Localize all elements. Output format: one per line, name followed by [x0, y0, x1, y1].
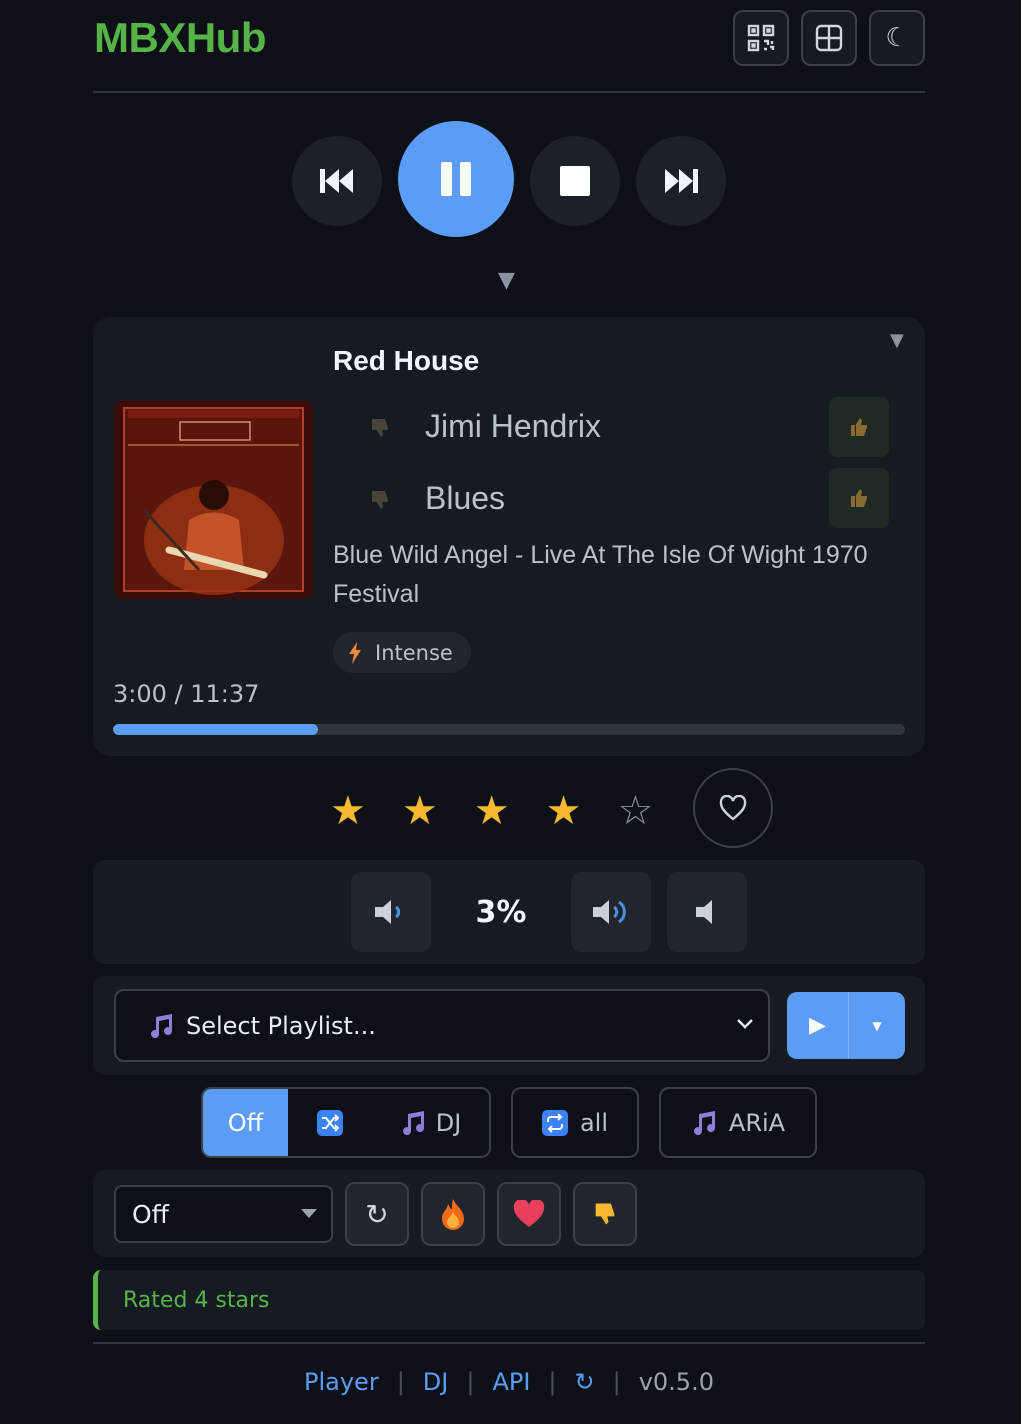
layout-grid-button[interactable]	[801, 10, 857, 66]
header-divider	[93, 91, 925, 93]
progress-fill	[113, 724, 319, 735]
mute-button[interactable]	[667, 872, 747, 952]
heart-icon	[513, 1200, 545, 1227]
footer-link-dj[interactable]: DJ	[423, 1368, 449, 1396]
thumbs-up-icon	[851, 489, 867, 507]
brand-title: MBXHub	[94, 14, 266, 61]
qr-code-button[interactable]	[733, 10, 789, 66]
shuffle-off-button[interactable]: Off	[203, 1089, 288, 1156]
music-note-icon	[402, 1110, 424, 1135]
thumbs-up-icon	[851, 418, 867, 436]
star-filled-icon[interactable]: ★	[474, 791, 510, 831]
album-name: Blue Wild Angel - Live At The Isle Of Wi…	[333, 541, 868, 608]
playlist-placeholder: Select Playlist...	[186, 1011, 376, 1040]
mood-badge: Intense	[333, 632, 471, 673]
thumbs-down-icon	[372, 491, 388, 509]
track-title: Red House	[333, 345, 480, 376]
moon-icon: ☾	[885, 23, 909, 53]
aria-label: ARiA	[728, 1108, 786, 1137]
pause-icon	[441, 162, 471, 196]
hot-filter-button[interactable]	[421, 1182, 485, 1246]
playlist-select[interactable]: Select Playlist...	[114, 989, 770, 1062]
mood-label: Intense	[375, 640, 453, 665]
footer-separator: |	[396, 1368, 405, 1396]
footer-separator: |	[466, 1368, 475, 1396]
music-note-icon	[693, 1110, 715, 1135]
collapse-card-chevron-icon[interactable]: ▼	[890, 330, 904, 351]
next-button[interactable]	[636, 136, 726, 226]
star-filled-icon[interactable]: ★	[546, 791, 582, 831]
genre-name[interactable]: Blues	[425, 480, 505, 517]
dislike-genre-button[interactable]	[360, 480, 400, 520]
footer-link-api[interactable]: API	[492, 1368, 530, 1396]
fire-icon	[442, 1199, 464, 1230]
volume-down-icon	[375, 900, 401, 924]
chevron-down-icon	[737, 1019, 753, 1029]
like-artist-button[interactable]	[829, 397, 889, 457]
artist-name[interactable]: Jimi Hendrix	[425, 408, 601, 445]
disliked-filter-button[interactable]	[573, 1182, 637, 1246]
footer-nav: Player | DJ | API | ↻ | v0.5.0	[93, 1368, 925, 1396]
status-message: Rated 4 stars	[93, 1270, 925, 1330]
grid-icon	[815, 24, 843, 52]
app-version: v0.5.0	[638, 1368, 714, 1396]
heart-outline-icon	[719, 795, 747, 821]
thumbs-down-icon	[595, 1203, 615, 1225]
volume-level: 3%	[475, 895, 527, 930]
dj-mode-label: DJ	[435, 1108, 462, 1137]
lightning-icon	[349, 641, 361, 664]
previous-button[interactable]	[292, 136, 382, 226]
dislike-artist-button[interactable]	[360, 408, 400, 448]
volume-up-icon	[593, 900, 626, 924]
play-playlist-group: ▶ ▼	[787, 992, 905, 1059]
stop-button[interactable]	[530, 136, 620, 226]
play-icon: ▶	[809, 1013, 826, 1038]
album-art	[114, 400, 313, 599]
filter-select[interactable]: Off	[114, 1185, 333, 1243]
stop-icon	[560, 166, 590, 196]
play-playlist-button[interactable]: ▶	[787, 992, 849, 1059]
footer-refresh-icon[interactable]: ↻	[575, 1368, 595, 1396]
star-empty-icon[interactable]: ☆	[617, 791, 653, 831]
love-button[interactable]	[693, 768, 773, 848]
expand-controls-chevron-icon[interactable]: ▼	[498, 268, 515, 293]
refresh-button[interactable]: ↻	[345, 1182, 409, 1246]
refresh-icon: ↻	[365, 1197, 389, 1231]
repeat-label: all	[579, 1108, 609, 1137]
repeat-button[interactable]: all	[511, 1087, 639, 1158]
volume-down-button[interactable]	[351, 872, 431, 952]
star-rating: ★ ★ ★ ★ ☆	[330, 791, 653, 831]
caret-down-icon: ▼	[872, 1018, 882, 1033]
footer-link-player[interactable]: Player	[304, 1368, 379, 1396]
star-filled-icon[interactable]: ★	[330, 791, 366, 831]
like-genre-button[interactable]	[829, 468, 889, 528]
shuffle-icon	[317, 1109, 343, 1136]
track-time: 3:00 / 11:37	[113, 680, 260, 708]
pause-button[interactable]	[398, 121, 514, 237]
shuffle-button[interactable]	[288, 1089, 372, 1156]
footer-separator: |	[612, 1368, 621, 1396]
dj-mode-button[interactable]: DJ	[372, 1089, 489, 1156]
repeat-icon	[541, 1109, 568, 1136]
theme-toggle-button[interactable]: ☾	[869, 10, 925, 66]
progress-bar[interactable]	[113, 724, 905, 735]
footer-separator: |	[548, 1368, 557, 1396]
shuffle-mode-group: Off DJ	[201, 1087, 491, 1158]
previous-icon	[320, 169, 353, 193]
thumbs-down-icon	[372, 419, 388, 437]
star-filled-icon[interactable]: ★	[402, 791, 438, 831]
filter-selected-value: Off	[132, 1199, 169, 1229]
qr-code-icon	[747, 24, 775, 52]
favorites-filter-button[interactable]	[497, 1182, 561, 1246]
footer-divider	[93, 1342, 925, 1344]
album-cover-image	[114, 400, 313, 599]
aria-button[interactable]: ARiA	[659, 1087, 817, 1158]
volume-up-button[interactable]	[571, 872, 651, 952]
next-icon	[665, 169, 698, 193]
play-options-button[interactable]: ▼	[849, 992, 905, 1059]
music-note-icon	[151, 1013, 173, 1038]
mute-icon	[696, 900, 712, 924]
caret-down-icon	[301, 1209, 317, 1218]
